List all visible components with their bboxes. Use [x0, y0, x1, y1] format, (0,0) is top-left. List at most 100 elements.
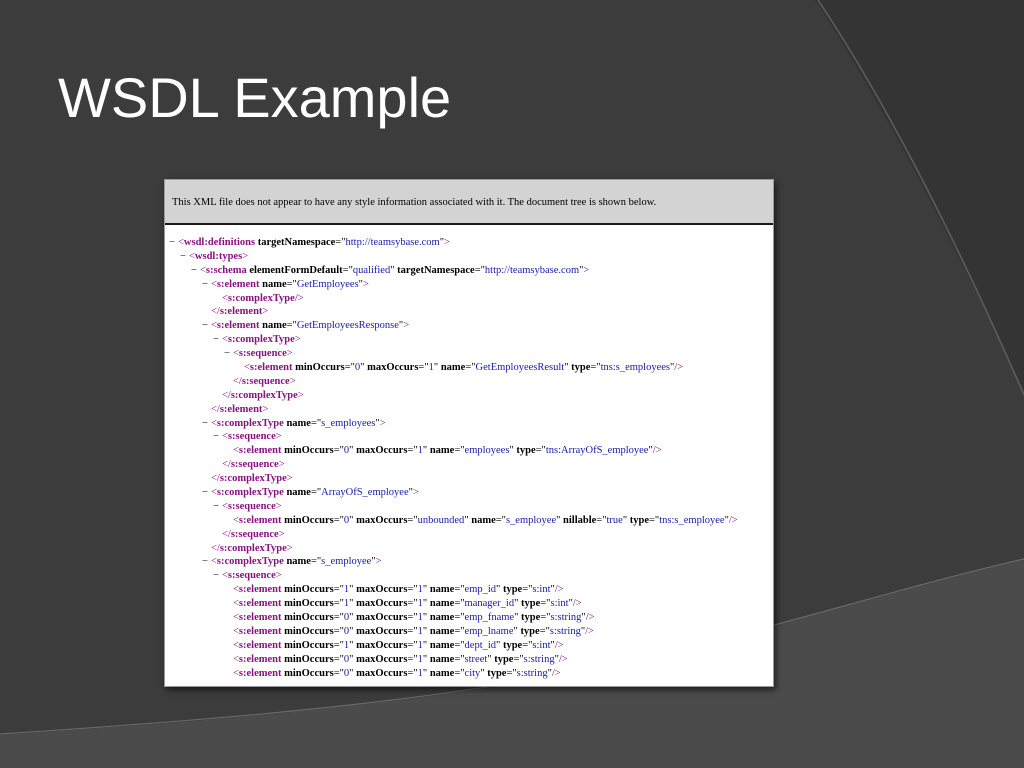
xml-attribute-name: name	[471, 514, 496, 526]
xml-attribute-value: s:int	[550, 598, 569, 610]
attribute-quote: "	[622, 514, 628, 526]
xml-line: </s:sequence>	[165, 458, 773, 472]
tag-bracket: >	[275, 431, 282, 443]
attribute-quote: "	[464, 514, 469, 526]
xml-attribute-value: true	[606, 514, 623, 526]
collapse-toggle[interactable]: −	[224, 347, 233, 361]
attribute-quote: "	[390, 264, 395, 276]
tag-bracket: >	[444, 237, 450, 248]
xml-attribute-value: emp_fname	[464, 612, 515, 624]
xml-attribute-value: s:string	[550, 612, 582, 624]
attribute-quote: ="	[454, 667, 465, 679]
xml-attribute-value: qualified	[352, 264, 391, 276]
tag-bracket: >	[275, 500, 282, 512]
xml-tag-name: s:schema	[205, 264, 247, 276]
xml-attribute-value: city	[464, 667, 481, 679]
attribute-quote: ="	[407, 625, 418, 637]
xml-attribute-name: name	[262, 320, 287, 332]
attribute-quote: "	[422, 625, 428, 637]
tag-bracket: </	[222, 389, 231, 401]
xml-attribute-value: s:int	[532, 584, 551, 596]
xml-attribute-value: s:string	[523, 653, 555, 665]
attribute-quote: "	[487, 653, 492, 665]
xml-tag-name: s:sequence	[241, 375, 290, 387]
xml-attribute-value: http://teamsybase.com	[345, 237, 440, 248]
tag-bracket: </	[233, 375, 242, 387]
attribute-quote: ="	[407, 612, 418, 624]
xml-attribute-name: type	[629, 514, 650, 526]
collapse-toggle[interactable]: −	[202, 555, 211, 569]
xml-line: <s:element minOccurs="0" maxOccurs="1" n…	[165, 667, 773, 681]
tag-bracket: />	[585, 625, 594, 637]
collapse-toggle[interactable]: −	[202, 486, 211, 500]
attribute-quote: ="	[506, 667, 517, 679]
collapse-toggle[interactable]: −	[202, 417, 211, 431]
tag-bracket: </	[211, 306, 220, 318]
xml-line: − <s:complexType>	[165, 333, 773, 347]
xml-attribute-value: GetEmployeesResponse	[296, 320, 399, 332]
xml-tag-name: s:sequence	[230, 528, 279, 540]
xml-attribute-name: targetNamespace	[397, 264, 475, 276]
collapse-toggle[interactable]: −	[202, 278, 211, 292]
attribute-quote: ="	[344, 362, 355, 374]
collapse-toggle[interactable]: −	[191, 264, 200, 278]
tag-bracket: >	[412, 487, 419, 499]
slide-title: WSDL Example	[58, 66, 452, 129]
attribute-quote: ="	[333, 445, 344, 457]
xml-attribute-value: street	[464, 653, 488, 665]
tag-bracket: />	[585, 612, 595, 624]
xml-attribute-name: name	[286, 556, 311, 568]
collapse-toggle[interactable]: −	[213, 333, 222, 347]
xml-tag-name: s:element	[219, 306, 263, 318]
xml-line: − <s:sequence>	[165, 430, 773, 444]
xml-attribute-value: ArrayOfS_employee	[321, 487, 409, 499]
xml-attribute-value: s:string	[549, 625, 581, 637]
xml-attribute-name: minOccurs	[295, 362, 345, 374]
xml-tag-name: s:element	[219, 403, 263, 415]
collapse-toggle[interactable]: −	[213, 500, 222, 514]
attribute-quote: ="	[333, 639, 344, 651]
xml-attribute-name: minOccurs	[284, 639, 334, 651]
attribute-quote: ="	[539, 625, 550, 637]
xml-line: </s:complexType>	[165, 542, 773, 556]
tag-bracket: >	[286, 348, 293, 360]
xml-tag-name: s:sequence	[238, 348, 287, 360]
collapse-toggle[interactable]: −	[213, 569, 222, 583]
attribute-quote: ="	[454, 445, 465, 457]
tag-bracket: >	[262, 306, 269, 318]
attribute-quote: "	[422, 653, 428, 665]
xml-line: </s:sequence>	[165, 375, 773, 389]
xml-attribute-name: name	[262, 278, 287, 290]
xml-tag-name: s:complexType	[219, 542, 287, 554]
attribute-quote: ="	[286, 320, 297, 332]
collapse-toggle[interactable]: −	[202, 319, 211, 333]
xml-attribute-name: maxOccurs	[356, 625, 408, 637]
xml-line: </s:sequence>	[165, 528, 773, 542]
tag-bracket: />	[652, 445, 662, 457]
xml-attribute-name: type	[502, 584, 523, 596]
xml-attribute-name: minOccurs	[284, 598, 334, 610]
xml-attribute-name: minOccurs	[284, 625, 334, 637]
xml-attribute-value: s_employees	[321, 417, 376, 429]
tag-bracket: />	[554, 639, 564, 651]
attribute-quote: "	[514, 598, 519, 610]
xml-line: − <wsdl:types>	[165, 250, 773, 264]
collapse-toggle[interactable]: −	[180, 250, 189, 264]
attribute-quote: "	[422, 584, 428, 596]
xml-attribute-name: type	[487, 667, 507, 679]
attribute-quote: "	[422, 612, 428, 624]
xml-tag-name: s:element	[238, 667, 282, 679]
attribute-quote: ="	[535, 445, 546, 457]
attribute-quote: "	[513, 625, 518, 637]
xml-line: <s:element minOccurs="1" maxOccurs="1" n…	[165, 583, 773, 597]
attribute-quote: ="	[590, 362, 601, 374]
attribute-quote: ="	[310, 487, 322, 499]
xml-attribute-name: maxOccurs	[367, 362, 419, 374]
tag-bracket: />	[551, 667, 561, 679]
collapse-toggle[interactable]: −	[213, 430, 222, 444]
attribute-quote: "	[349, 625, 354, 637]
xml-attribute-value: http://teamsybase.com	[484, 264, 580, 276]
collapse-toggle[interactable]: −	[169, 236, 178, 250]
xml-tag-name: s:element	[238, 445, 282, 457]
xml-line: </s:element>	[165, 305, 773, 319]
